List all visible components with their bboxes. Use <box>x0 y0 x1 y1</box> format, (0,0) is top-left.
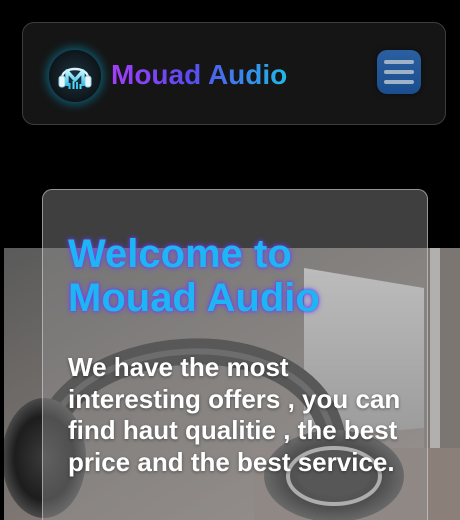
page: Mouad Audio Welcome to Mouad Audio We ha… <box>0 0 460 520</box>
menu-button[interactable] <box>377 50 421 94</box>
brand-name[interactable]: Mouad Audio <box>111 58 287 92</box>
hamburger-menu-icon-bar <box>384 80 414 84</box>
navbar: Mouad Audio <box>22 22 446 125</box>
hero-description: We have the most interesting offers , yo… <box>68 352 401 477</box>
hero-title: Welcome to Mouad Audio <box>68 232 320 320</box>
hamburger-menu-icon-bar <box>384 70 414 74</box>
headphones-m-logo-icon <box>58 67 92 89</box>
logo[interactable] <box>49 50 101 102</box>
hamburger-menu-icon <box>384 60 414 64</box>
